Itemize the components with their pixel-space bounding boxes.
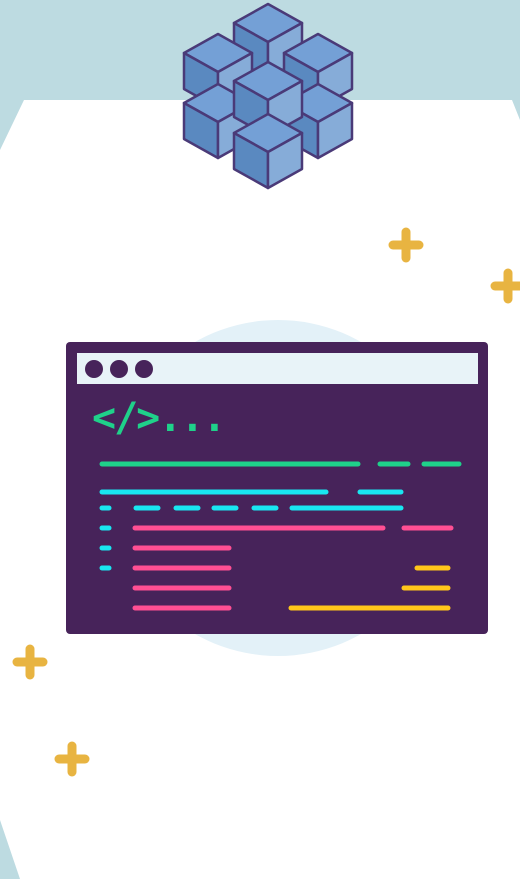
code-window — [66, 342, 488, 634]
window-dot-icon — [135, 360, 153, 378]
code-tag-text: </>... — [92, 395, 226, 441]
illustration-scene — [0, 2, 520, 879]
window-dot-icon — [110, 360, 128, 378]
window-dot-icon — [85, 360, 103, 378]
